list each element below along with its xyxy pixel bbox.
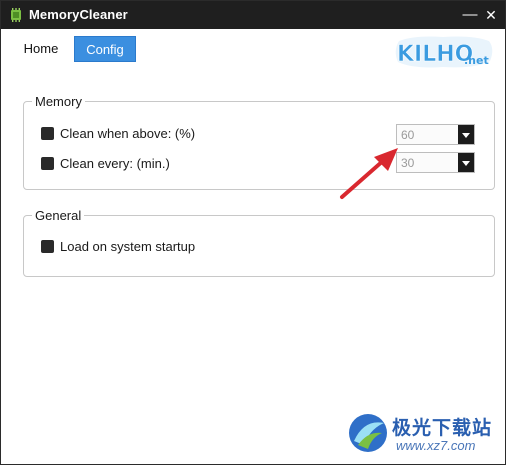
memory-group-legend: Memory <box>32 94 85 109</box>
title-bar[interactable]: MemoryCleaner — ✕ <box>1 1 505 29</box>
watermark: 极光下载站 www.xz7.com <box>346 409 498 459</box>
general-group: General Load on system startup <box>23 208 495 277</box>
clean-every-option[interactable]: Clean every: (min.) <box>41 155 170 171</box>
kilho-logo[interactable]: KILHO .net <box>393 35 495 69</box>
logo-suffix-text: .net <box>464 54 489 67</box>
clean-every-checkbox[interactable] <box>41 156 54 170</box>
clean-above-checkbox[interactable] <box>41 126 54 140</box>
clean-above-value: 60 <box>401 128 415 142</box>
memory-group: Memory Clean when above: (%) 60 Clean ev… <box>23 94 495 190</box>
clean-above-label: Clean when above: (%) <box>60 125 196 141</box>
memory-chip-icon <box>11 8 21 22</box>
startup-option[interactable]: Load on system startup <box>41 238 195 254</box>
aurora-logo-icon <box>349 414 387 452</box>
window-title: MemoryCleaner <box>29 7 128 22</box>
watermark-url: www.xz7.com <box>396 438 476 453</box>
general-group-legend: General <box>32 208 85 223</box>
clean-above-option[interactable]: Clean when above: (%) <box>41 125 195 141</box>
chevron-down-icon[interactable] <box>458 153 474 172</box>
logo-main-text: KILHO <box>397 42 473 67</box>
tab-home[interactable]: Home <box>15 36 67 62</box>
clean-above-combo[interactable]: 60 <box>396 124 475 145</box>
clean-every-combo[interactable]: 30 <box>396 152 475 173</box>
watermark-title: 极光下载站 <box>392 417 493 439</box>
minimize-button[interactable]: — <box>461 5 479 25</box>
red-annotation-arrow-icon <box>340 148 398 199</box>
close-button[interactable]: ✕ <box>482 5 500 25</box>
tab-config[interactable]: Config <box>74 36 136 62</box>
startup-label: Load on system startup <box>60 238 196 254</box>
chevron-down-icon[interactable] <box>458 125 474 144</box>
startup-checkbox[interactable] <box>41 239 54 253</box>
clean-every-label: Clean every: (min.) <box>60 155 170 171</box>
memorycleaner-window: MemoryCleaner — ✕ Home Config KILHO .net… <box>0 0 506 465</box>
